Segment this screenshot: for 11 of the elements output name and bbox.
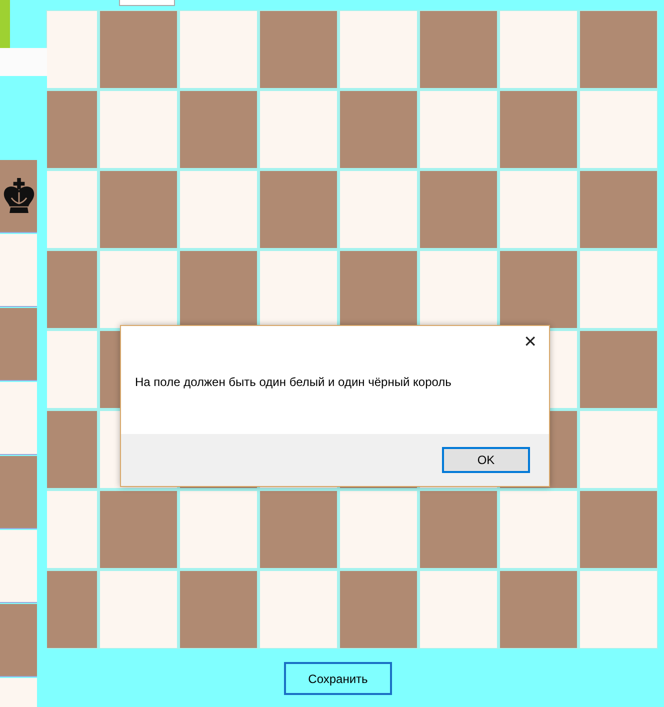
board-square[interactable] — [340, 251, 417, 328]
window-edge — [0, 0, 10, 48]
panel-header — [0, 48, 47, 76]
palette-square[interactable] — [0, 160, 37, 233]
board-square[interactable] — [500, 251, 577, 328]
dialog-message: На поле должен быть один белый и один чёрный король — [135, 375, 452, 389]
ok-button[interactable]: OK — [442, 447, 530, 473]
close-button[interactable]: ✕ — [520, 332, 541, 351]
save-button[interactable]: Сохранить — [284, 662, 392, 695]
king-icon — [2, 177, 36, 215]
board-square[interactable] — [180, 251, 257, 328]
